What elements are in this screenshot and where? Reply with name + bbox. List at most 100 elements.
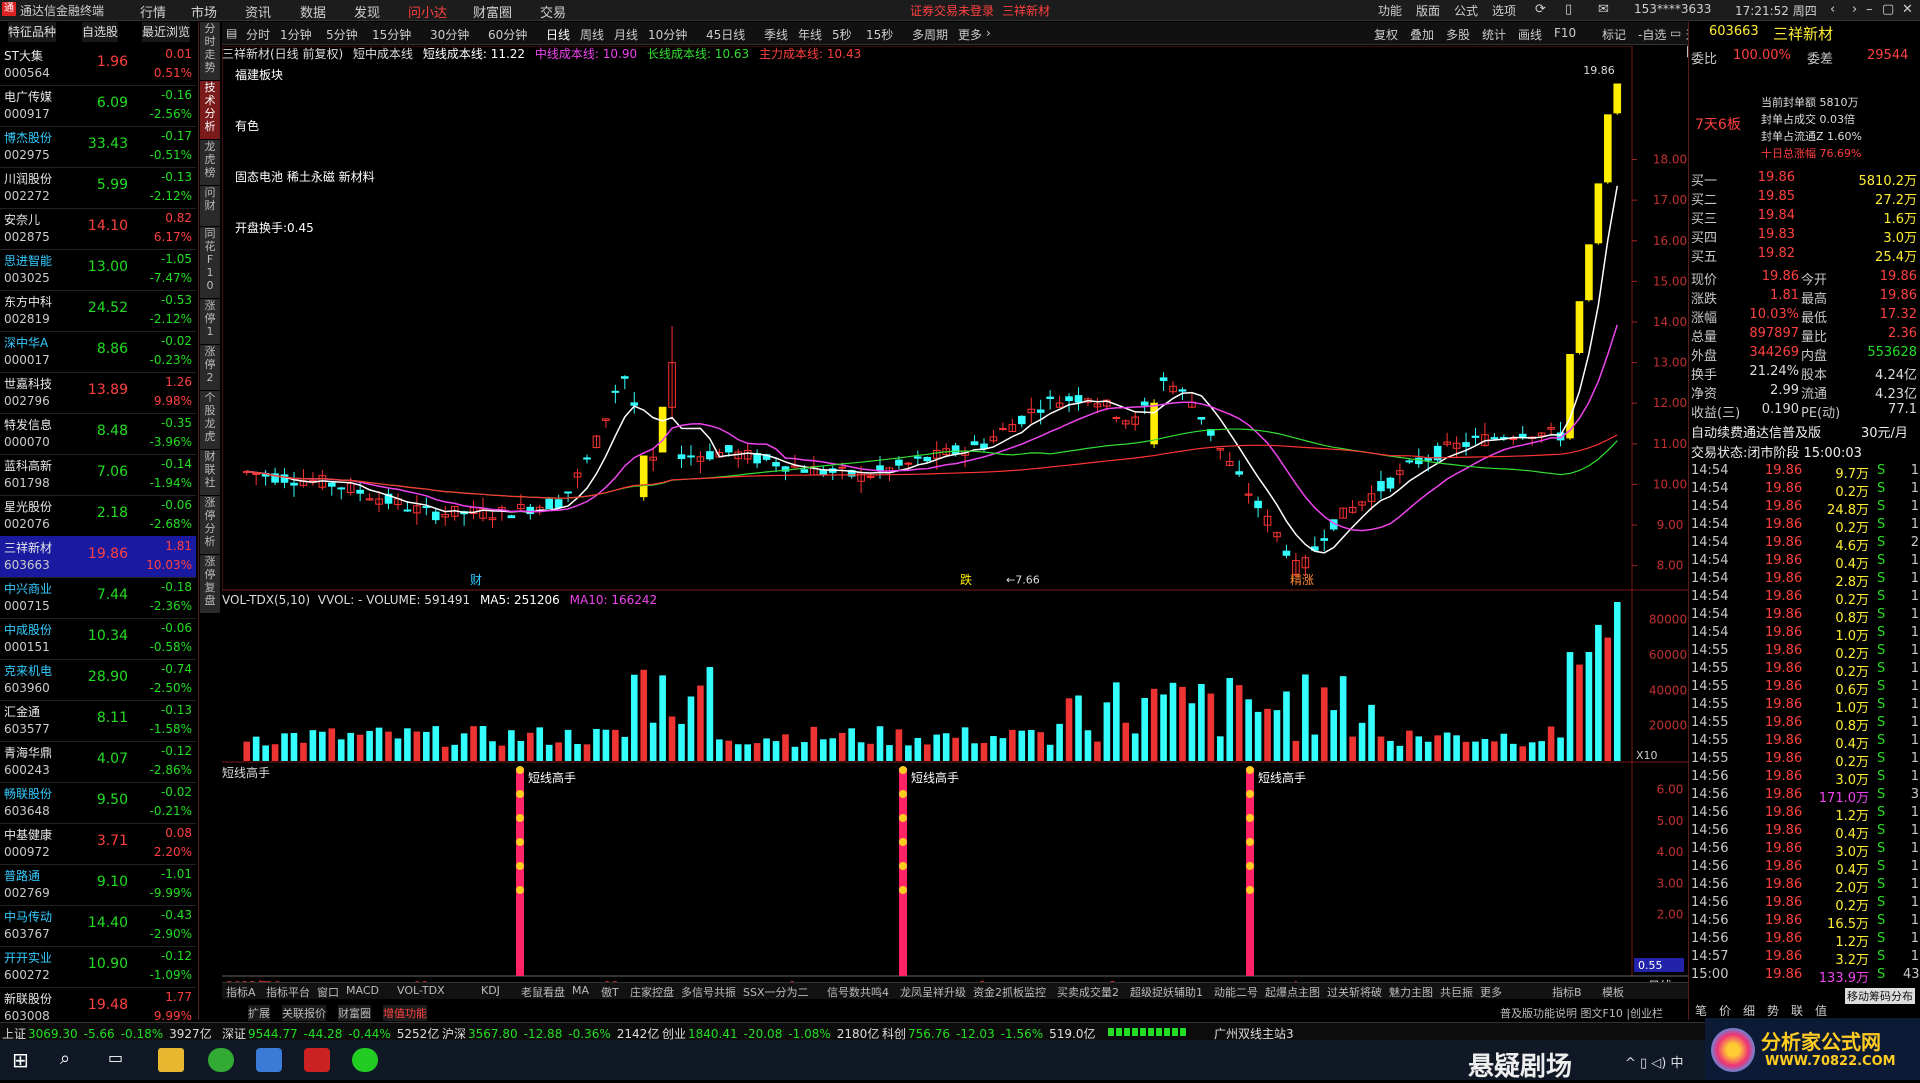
stock-row[interactable]: ST大集 000564 1.96 0.01 0.51% — [0, 44, 196, 86]
indicator-tab[interactable]: 动能二号 — [1214, 984, 1258, 1000]
login-notice[interactable]: 证券交易未登录 — [910, 2, 994, 19]
more-chevron-icon[interactable]: › — [986, 26, 991, 40]
chart-tool[interactable]: 画线 — [1518, 26, 1542, 43]
quote-tab[interactable]: 细 — [1743, 1002, 1755, 1019]
period-tab[interactable]: 5秒 — [832, 26, 852, 43]
stock-row[interactable]: 深中华A 000017 8.86 -0.02 -0.23% — [0, 331, 196, 373]
stock-row[interactable]: 克来机电 603960 28.90 -0.74 -2.50% — [0, 659, 196, 701]
menu-item-jiaoyi[interactable]: 交易 — [540, 2, 566, 21]
stock-row[interactable]: 中兴商业 000715 7.44 -0.18 -2.36% — [0, 577, 196, 619]
period-tab[interactable]: 年线 — [798, 26, 822, 43]
period-tab[interactable]: 季线 — [764, 26, 788, 43]
period-tab[interactable]: 45日线 — [706, 26, 745, 43]
vtab-6[interactable]: 涨 停 2 — [200, 345, 220, 391]
stock-row[interactable]: 博杰股份 002975 33.43 -0.17 -0.51% — [0, 126, 196, 168]
forward-icon[interactable]: › — [1852, 2, 1857, 17]
buy-level[interactable]: 买一 19.86 5810.2万 — [1689, 170, 1920, 189]
vtab-5[interactable]: 涨 停 1 — [200, 299, 220, 345]
tab-zuijin[interactable]: 最近浏览 — [142, 22, 191, 42]
stock-row[interactable]: 电广传媒 000917 6.09 -0.16 -2.56% — [0, 85, 196, 127]
stock-row[interactable]: 畅联股份 603648 9.50 -0.02 -0.21% — [0, 782, 196, 824]
quote-tab[interactable]: 联 — [1791, 1002, 1803, 1019]
quote-tab[interactable]: 价 — [1719, 1002, 1731, 1019]
menu-item-zixun[interactable]: 资讯 — [245, 2, 271, 21]
stock-row[interactable]: 三祥新材 603663 19.86 1.81 10.03% — [0, 536, 196, 578]
ad-price[interactable]: 30元/月 — [1861, 422, 1908, 441]
chip-distribution-button[interactable]: 移动筹码分布 — [1845, 988, 1915, 1004]
quote-tab[interactable]: 值 — [1815, 1002, 1827, 1019]
phone-icon[interactable]: ▯ — [1565, 2, 1572, 17]
menu-right-gongneng[interactable]: 功能 — [1378, 2, 1402, 19]
indicator-tab[interactable]: 共巨振 — [1440, 984, 1473, 1000]
menu-right-xuanxiang[interactable]: 选项 — [1492, 2, 1516, 19]
mail-icon[interactable]: ✉ — [1598, 2, 1609, 17]
minimize-icon[interactable]: – — [1866, 2, 1873, 17]
period-tab[interactable]: 10分钟 — [648, 26, 687, 43]
indicator-tab[interactable]: KDJ — [481, 984, 500, 997]
wechat-icon[interactable] — [352, 1048, 378, 1072]
stock-row[interactable]: 思进智能 003025 13.00 -1.05 -7.47% — [0, 249, 196, 291]
vtab-9[interactable]: 涨 停 分 析 — [200, 496, 220, 555]
indicator-tab[interactable]: 傲T — [601, 984, 619, 1000]
period-tab[interactable]: 30分钟 — [430, 26, 469, 43]
buy-level[interactable]: 买四 19.83 3.0万 — [1689, 227, 1920, 246]
feishu-icon[interactable] — [256, 1048, 282, 1072]
chart-tool[interactable]: F10 — [1554, 26, 1576, 40]
tab-zixuan[interactable]: 自选股 — [82, 22, 119, 42]
stock-row[interactable]: 安奈儿 002875 14.10 0.82 6.17% — [0, 208, 196, 250]
stock-row[interactable]: 蓝科高新 601798 7.06 -0.14 -1.94% — [0, 454, 196, 496]
ad-text[interactable]: 自动续费通达信普及版 — [1691, 422, 1821, 441]
tdx-app-icon[interactable] — [304, 1048, 330, 1072]
tab-tezheng[interactable]: 特征品种 — [8, 22, 57, 42]
indicator-tab[interactable]: 窗口 — [317, 984, 339, 1000]
kline-chart[interactable]: 8.00 9.00 10.00 11.00 12.00 13.00 14.00 15.00 16… — [222, 46, 1690, 1004]
refresh-icon[interactable]: ⟳ — [1535, 2, 1546, 17]
menu-item-faxian[interactable]: 发现 — [354, 2, 380, 21]
stock-row[interactable]: 中马传动 603767 14.40 -0.43 -2.90% — [0, 905, 196, 947]
menu-item-shichang[interactable]: 市场 — [191, 2, 217, 21]
indicator-tab[interactable]: 指标平台 — [266, 984, 310, 1000]
vtab-1[interactable]: 技 术 分 析 — [200, 81, 220, 140]
period-tab[interactable]: 60分钟 — [488, 26, 527, 43]
stock-row[interactable]: 汇金通 603577 8.11 -0.13 -1.58% — [0, 700, 196, 742]
chart-tool[interactable]: 复权 — [1374, 26, 1398, 43]
stock-row[interactable]: 中成股份 000151 10.34 -0.06 -0.58% — [0, 618, 196, 660]
vtab-4[interactable]: 同 花 F 1 0 — [200, 227, 220, 299]
period-tab[interactable]: 分时 — [246, 26, 270, 43]
indicator-tab[interactable]: VOL-TDX — [397, 984, 445, 997]
indicator-tab[interactable]: 指标A — [226, 984, 256, 1000]
stock-row[interactable]: 星光股份 002076 2.18 -0.06 -2.68% — [0, 495, 196, 537]
sub-tab[interactable]: 财富圈 — [338, 1005, 371, 1021]
indicator-tab[interactable]: 魅力主图 — [1389, 984, 1433, 1000]
period-tab[interactable]: 周线 — [580, 26, 604, 43]
stock-row[interactable]: 普路通 002769 9.10 -1.01 -9.99% — [0, 864, 196, 906]
search-icon[interactable]: ⌕ — [60, 1048, 86, 1072]
indicator-tab[interactable]: 多信号共振 — [681, 984, 736, 1000]
period-tab[interactable]: 日线 — [546, 26, 570, 43]
indicator-b-tab[interactable]: 指标B — [1552, 984, 1582, 1000]
indicator-tab[interactable]: 龙凤呈祥升级 — [900, 984, 966, 1000]
vtab-10[interactable]: 涨 停 复 盘 — [200, 555, 220, 614]
period-tab[interactable]: 5分钟 — [326, 26, 358, 43]
indicator-tab[interactable]: 起爆点主图 — [1265, 984, 1320, 1000]
quote-tab[interactable]: 笔 — [1695, 1002, 1707, 1019]
buy-level[interactable]: 买三 19.84 1.6万 — [1689, 208, 1920, 227]
indicator-tab[interactable]: 更多 — [1480, 984, 1502, 1000]
menu-item-shuju[interactable]: 数据 — [300, 2, 326, 21]
vol-name[interactable]: VOL-TDX(5,10) — [222, 593, 310, 607]
period-tab[interactable]: 15分钟 — [372, 26, 411, 43]
buy-level[interactable]: 买二 19.85 27.2万 — [1689, 189, 1920, 208]
drama-banner[interactable]: 悬疑剧场 — [1468, 1046, 1572, 1083]
period-tab[interactable]: 15秒 — [866, 26, 893, 43]
indicator-tab[interactable]: MA — [572, 984, 589, 997]
vtab-7[interactable]: 个 股 龙 虎 — [200, 391, 220, 450]
chart-tool[interactable]: 叠加 — [1410, 26, 1434, 43]
notice-stock[interactable]: 三祥新材 — [1002, 2, 1050, 19]
task-view-icon[interactable]: ▭ — [108, 1048, 134, 1072]
indicator-tab[interactable]: 买卖成交量2 — [1057, 984, 1119, 1000]
sub-right-links[interactable]: 普及版功能说明 图文F10 |创业栏 — [1500, 1005, 1663, 1021]
period-tab[interactable]: 1分钟 — [280, 26, 312, 43]
indicator-tab[interactable]: 庄家控盘 — [630, 984, 674, 1000]
chart-tool[interactable]: 统计 — [1482, 26, 1506, 43]
period-tab[interactable]: 多周期 — [912, 26, 948, 43]
